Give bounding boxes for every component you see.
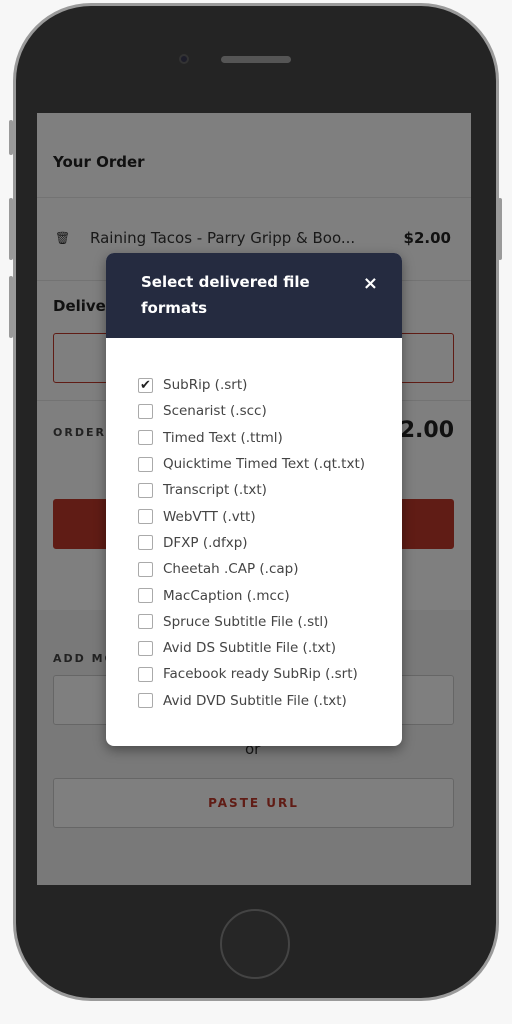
checkbox[interactable] <box>138 430 153 446</box>
checkbox[interactable] <box>138 588 153 604</box>
format-option-label: Timed Text (.ttml) <box>163 429 283 446</box>
checkbox[interactable] <box>138 509 153 525</box>
screen: Your Order 🗑 Raining Tacos - Parry Gripp… <box>37 113 471 885</box>
format-option[interactable]: Quicktime Timed Text (.qt.txt) <box>138 451 402 477</box>
format-option[interactable]: Spruce Subtitle File (.stl) <box>138 609 402 635</box>
format-option-label: DFXP (.dfxp) <box>163 534 248 551</box>
modal-header: Select delivered file formats × <box>106 253 402 338</box>
checkbox[interactable] <box>138 640 153 656</box>
format-option-label: Scenarist (.scc) <box>163 403 267 420</box>
volume-down-button <box>9 276 13 338</box>
format-option[interactable]: Avid DS Subtitle File (.txt) <box>138 635 402 661</box>
format-option-label: Quicktime Timed Text (.qt.txt) <box>163 456 366 473</box>
format-option[interactable]: MacCaption (.mcc) <box>138 582 402 608</box>
checkbox[interactable] <box>138 535 153 551</box>
format-option[interactable]: Cheetah .CAP (.cap) <box>138 556 402 582</box>
format-option-label: Avid DVD Subtitle File (.txt) <box>163 692 347 709</box>
format-option[interactable]: Facebook ready SubRip (.srt) <box>138 661 402 687</box>
format-option[interactable]: Scenarist (.scc) <box>138 398 402 424</box>
format-option[interactable]: Transcript (.txt) <box>138 477 402 503</box>
format-option[interactable]: DFXP (.dfxp) <box>138 530 402 556</box>
format-option-label: Facebook ready SubRip (.srt) <box>163 666 358 683</box>
power-button <box>498 198 502 260</box>
format-option[interactable]: Avid DVD Subtitle File (.txt) <box>138 688 402 714</box>
format-options-list: ✔ SubRip (.srt) Scenarist (.scc) Timed Text… <box>106 338 402 714</box>
format-option-label: MacCaption (.mcc) <box>163 587 290 604</box>
format-option-label: Avid DS Subtitle File (.txt) <box>163 640 336 657</box>
checkbox[interactable] <box>138 456 153 472</box>
format-option-label: SubRip (.srt) <box>163 377 248 394</box>
checkbox[interactable] <box>138 561 153 577</box>
format-option[interactable]: Timed Text (.ttml) <box>138 425 402 451</box>
checkbox[interactable] <box>138 666 153 682</box>
speaker <box>221 56 291 63</box>
modal-title: Select delivered file formats <box>141 273 310 317</box>
checkbox[interactable] <box>138 403 153 419</box>
checkbox-checked[interactable]: ✔ <box>138 377 153 393</box>
home-button[interactable] <box>220 909 290 979</box>
close-icon[interactable]: × <box>363 271 378 297</box>
checkbox[interactable] <box>138 614 153 630</box>
volume-up-button <box>9 198 13 260</box>
format-option-label: Transcript (.txt) <box>163 482 267 499</box>
format-option-label: Cheetah .CAP (.cap) <box>163 561 299 578</box>
format-option[interactable]: WebVTT (.vtt) <box>138 503 402 529</box>
format-option[interactable]: ✔ SubRip (.srt) <box>138 372 402 398</box>
file-formats-modal: Select delivered file formats × ✔ SubRip … <box>106 253 402 746</box>
format-option-label: WebVTT (.vtt) <box>163 508 256 525</box>
front-camera <box>179 54 189 64</box>
checkbox[interactable] <box>138 693 153 709</box>
checkbox[interactable] <box>138 482 153 498</box>
format-option-label: Spruce Subtitle File (.stl) <box>163 613 329 630</box>
mute-switch <box>9 120 13 155</box>
